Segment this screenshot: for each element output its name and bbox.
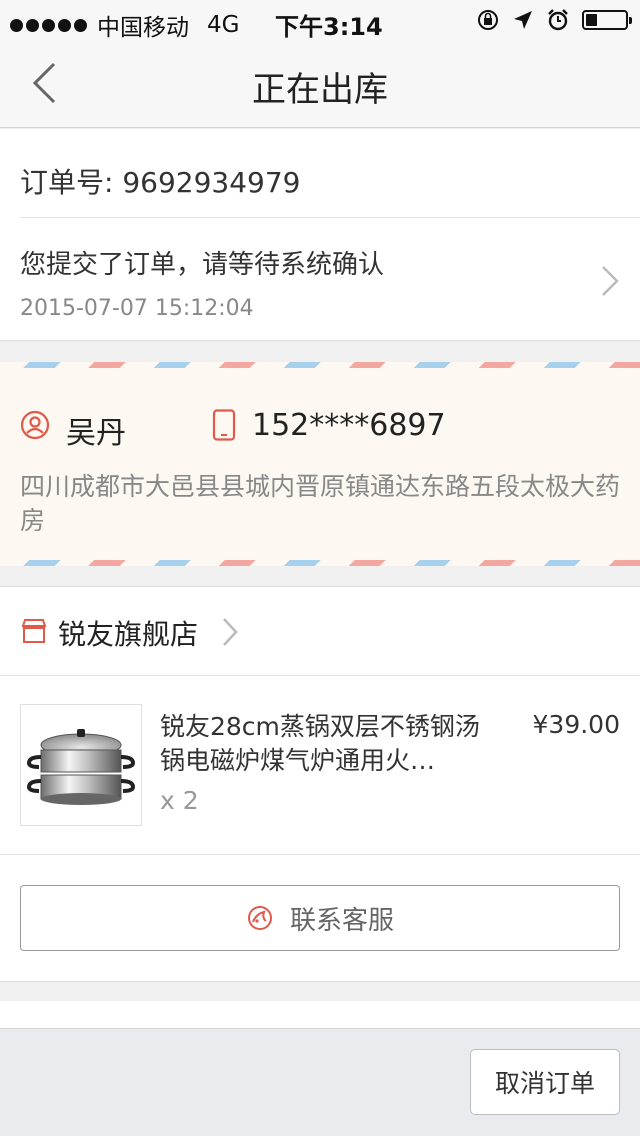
shop-row[interactable]: 锐友旗舰店 (0, 587, 640, 675)
order-status-time: 2015-07-07 15:12:04 (20, 296, 254, 321)
page-title: 正在出库 (252, 70, 388, 110)
navigation-bar: 正在出库 (0, 40, 640, 128)
chevron-right-icon (602, 266, 619, 296)
envelope-stripe-bottom (0, 560, 640, 566)
order-status-row[interactable]: 您提交了订单，请等待系统确认 2015-07-07 15:12:04 (0, 218, 640, 341)
chevron-right-icon (223, 618, 238, 646)
battery-icon (582, 10, 632, 30)
contact-service-button[interactable]: 联系客服 (20, 885, 620, 951)
orientation-lock-icon (478, 10, 498, 30)
order-number: 订单号: 9692934979 (20, 166, 301, 199)
clock: 下午3:14 (275, 13, 383, 41)
bottom-action-bar: 取消订单 (0, 1028, 640, 1136)
spacer (0, 1001, 640, 1028)
steamer-pot-image (26, 729, 136, 805)
recipient-address: 四川成都市大邑县县城内晋原镇通达东路五段太极大药房 (20, 472, 621, 535)
contact-service-label: 联系客服 (289, 905, 394, 936)
order-detail-screen: 中国移动 4G 下午3:14 正在出库 订单号: 9692934979 您提交了… (0, 0, 640, 1136)
location-arrow-icon (514, 11, 532, 29)
status-right (476, 8, 632, 32)
network-type: 4G (207, 12, 240, 38)
product-thumbnail (20, 704, 142, 826)
alarm-icon (548, 9, 568, 31)
product-item[interactable]: 锐友28cm蒸锅双层不锈钢汤锅电磁炉煤气炉通用火… x 2 ¥39.00 (0, 676, 640, 854)
product-quantity: x 2 (160, 786, 199, 815)
product-title: 锐友28cm蒸锅双层不锈钢汤锅电磁炉煤气炉通用火… (160, 712, 480, 775)
person-icon (20, 410, 50, 440)
cancel-order-button[interactable]: 取消订单 (470, 1049, 620, 1115)
envelope-stripe-top (0, 362, 640, 368)
shipping-address-card: 吴丹 152****6897 四川成都市大邑县县城内晋原镇通达东路五段太极大药房 (0, 362, 640, 566)
signal-strength-icon (10, 18, 87, 32)
order-info-section: 订单号: 9692934979 您提交了订单，请等待系统确认 2015-07-0… (0, 129, 640, 341)
carrier-name: 中国移动 (97, 15, 189, 41)
battery-level (586, 14, 597, 26)
status-left: 中国移动 4G (10, 8, 239, 42)
phone-icon (212, 409, 236, 441)
shop-name: 锐友旗舰店 (58, 618, 199, 651)
recipient-name: 吴丹 (66, 416, 126, 451)
shop-section: 锐友旗舰店 锐友28cm蒸锅双层不锈钢汤锅电磁炉煤气炉通用火… x 2 ¥39.… (0, 586, 640, 982)
order-status-message: 您提交了订单，请等待系统确认 (20, 250, 385, 280)
recipient-phone: 152****6897 (252, 408, 446, 443)
divider (0, 854, 640, 855)
shop-icon (21, 619, 47, 643)
product-price: ¥39.00 (532, 710, 620, 739)
status-bar: 中国移动 4G 下午3:14 (0, 0, 640, 42)
customer-service-icon (247, 906, 272, 930)
